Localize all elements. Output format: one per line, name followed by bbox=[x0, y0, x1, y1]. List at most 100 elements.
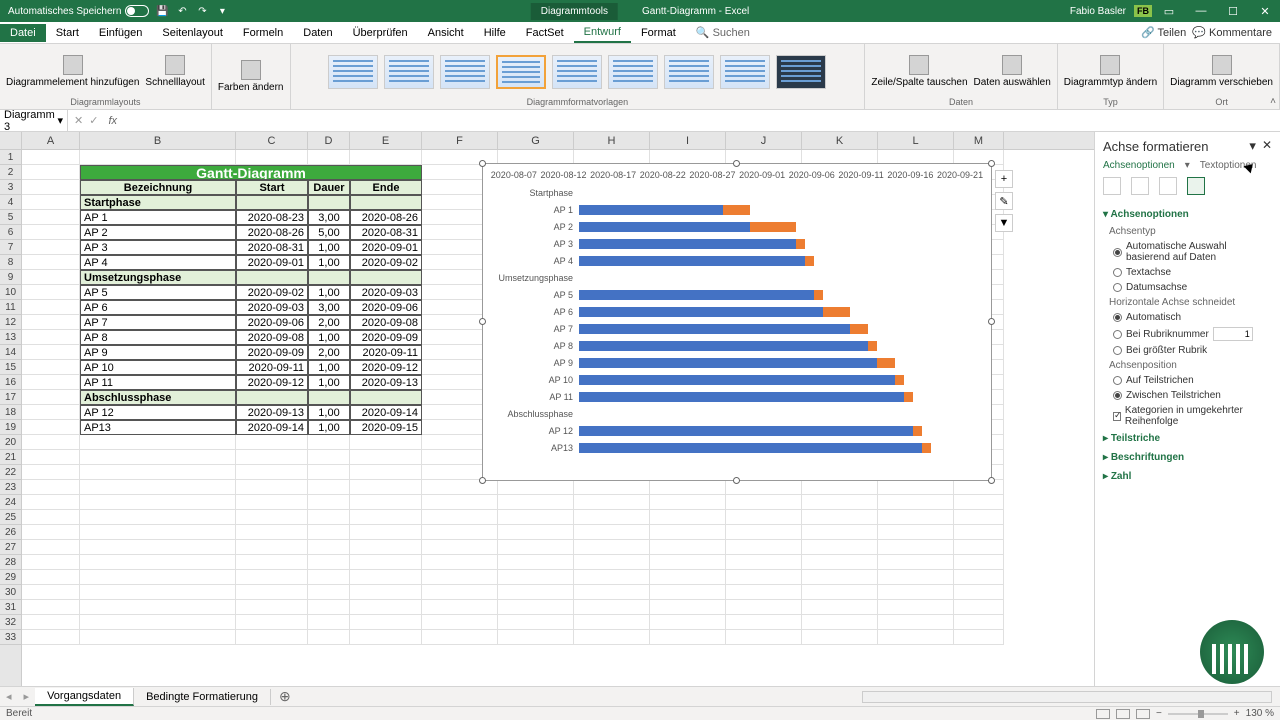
close-icon[interactable]: ✕ bbox=[1250, 0, 1280, 22]
row-header[interactable]: 28 bbox=[0, 555, 21, 570]
row-header[interactable]: 8 bbox=[0, 255, 21, 270]
chart-style-gallery[interactable] bbox=[328, 46, 826, 97]
row-header[interactable]: 31 bbox=[0, 600, 21, 615]
row-header[interactable]: 20 bbox=[0, 435, 21, 450]
col-header-J[interactable]: J bbox=[726, 132, 802, 149]
autosave-toggle[interactable]: Automatisches Speichern bbox=[8, 5, 149, 17]
row-header[interactable]: 25 bbox=[0, 510, 21, 525]
sheet-nav-next-icon[interactable]: ▸ bbox=[18, 690, 36, 703]
row-header[interactable]: 22 bbox=[0, 465, 21, 480]
row-header[interactable]: 29 bbox=[0, 570, 21, 585]
col-header-K[interactable]: K bbox=[802, 132, 878, 149]
page-layout-view-icon[interactable] bbox=[1116, 709, 1130, 719]
name-box-dropdown-icon[interactable]: ▾ bbox=[57, 114, 63, 127]
ribbon-display-icon[interactable]: ▭ bbox=[1154, 0, 1184, 22]
name-box[interactable]: Diagramm 3▾ bbox=[0, 109, 68, 133]
chart-handle-tl[interactable] bbox=[479, 160, 486, 167]
dropdown-icon[interactable]: ▾ bbox=[1185, 160, 1190, 171]
save-icon[interactable]: 💾 bbox=[155, 4, 169, 18]
chart-handle-bl[interactable] bbox=[479, 477, 486, 484]
size-props-icon[interactable] bbox=[1159, 177, 1177, 195]
tab-home[interactable]: Start bbox=[46, 24, 89, 42]
row-header[interactable]: 1 bbox=[0, 150, 21, 165]
row-header[interactable]: 24 bbox=[0, 495, 21, 510]
opt-crosses-auto[interactable]: Automatisch bbox=[1103, 310, 1272, 325]
user-name[interactable]: Fabio Basler bbox=[1064, 6, 1132, 17]
row-header[interactable]: 4 bbox=[0, 195, 21, 210]
zoom-value[interactable]: 130 % bbox=[1246, 708, 1274, 719]
row-header[interactable]: 13 bbox=[0, 330, 21, 345]
format-pane-close-icon[interactable]: ✕ bbox=[1262, 138, 1272, 154]
formula-input[interactable] bbox=[121, 113, 1280, 128]
opt-auto-type[interactable]: Automatische Auswahl basierend auf Daten bbox=[1103, 239, 1272, 265]
number-section[interactable]: ▸ Zahl bbox=[1103, 467, 1272, 486]
chart-style-9[interactable] bbox=[776, 55, 826, 89]
row-header[interactable]: 23 bbox=[0, 480, 21, 495]
tab-review[interactable]: Überprüfen bbox=[343, 24, 418, 42]
search-box[interactable]: 🔍 Suchen bbox=[696, 26, 750, 39]
chart-styles-button[interactable]: ✎ bbox=[995, 192, 1013, 210]
page-break-view-icon[interactable] bbox=[1136, 709, 1150, 719]
ticks-section[interactable]: ▸ Teilstriche bbox=[1103, 429, 1272, 448]
col-header-A[interactable]: A bbox=[22, 132, 80, 149]
normal-view-icon[interactable] bbox=[1096, 709, 1110, 719]
add-sheet-button[interactable]: ⊕ bbox=[271, 688, 299, 705]
axis-options-icon[interactable] bbox=[1187, 177, 1205, 195]
col-header-B[interactable]: B bbox=[80, 132, 236, 149]
row-header[interactable]: 21 bbox=[0, 450, 21, 465]
col-header-L[interactable]: L bbox=[878, 132, 954, 149]
move-chart-button[interactable]: Diagramm verschieben bbox=[1170, 55, 1273, 88]
opt-date-axis[interactable]: Datumsachse bbox=[1103, 280, 1272, 295]
toggle-icon[interactable] bbox=[125, 5, 149, 17]
zoom-slider[interactable] bbox=[1168, 713, 1228, 715]
change-chart-type-button[interactable]: Diagrammtyp ändern bbox=[1064, 55, 1157, 88]
row-header[interactable]: 5 bbox=[0, 210, 21, 225]
chart-style-8[interactable] bbox=[720, 55, 770, 89]
chart-style-5[interactable] bbox=[552, 55, 602, 89]
opt-on-tick[interactable]: Auf Teilstrichen bbox=[1103, 373, 1272, 388]
sheet-tab-1[interactable]: Vorgangsdaten bbox=[35, 688, 134, 706]
row-header[interactable]: 11 bbox=[0, 300, 21, 315]
chart-handle-bc[interactable] bbox=[733, 477, 740, 484]
effects-icon[interactable] bbox=[1131, 177, 1149, 195]
maximize-icon[interactable]: ☐ bbox=[1218, 0, 1248, 22]
format-pane-dropdown-icon[interactable]: ▾ bbox=[1249, 138, 1256, 154]
sheet-tab-2[interactable]: Bedingte Formatierung bbox=[134, 689, 271, 705]
opt-text-axis[interactable]: Textachse bbox=[1103, 265, 1272, 280]
chart-handle-tr[interactable] bbox=[988, 160, 995, 167]
row-header[interactable]: 6 bbox=[0, 225, 21, 240]
opt-crosses-at-cat[interactable]: Bei Rubriknummer bbox=[1103, 325, 1272, 343]
accept-formula-icon[interactable]: ✓ bbox=[89, 114, 98, 127]
qat-more-icon[interactable]: ▾ bbox=[215, 4, 229, 18]
undo-icon[interactable]: ↶ bbox=[175, 4, 189, 18]
chart-style-2[interactable] bbox=[384, 55, 434, 89]
cancel-formula-icon[interactable]: ✕ bbox=[74, 114, 83, 127]
col-header-I[interactable]: I bbox=[650, 132, 726, 149]
zoom-out-icon[interactable]: − bbox=[1156, 708, 1162, 719]
select-all-cell[interactable] bbox=[0, 132, 22, 149]
col-header-C[interactable]: C bbox=[236, 132, 308, 149]
select-data-button[interactable]: Daten auswählen bbox=[974, 55, 1051, 88]
row-header[interactable]: 14 bbox=[0, 345, 21, 360]
text-options-tab[interactable]: Textoptionen bbox=[1200, 160, 1257, 171]
axis-options-tab[interactable]: Achsenoptionen bbox=[1103, 160, 1175, 171]
tab-pagelayout[interactable]: Seitenlayout bbox=[152, 24, 233, 42]
chart-plot-area[interactable]: 2020-08-072020-08-122020-08-172020-08-22… bbox=[489, 170, 985, 474]
row-header[interactable]: 19 bbox=[0, 420, 21, 435]
col-header-E[interactable]: E bbox=[350, 132, 422, 149]
row-header[interactable]: 7 bbox=[0, 240, 21, 255]
opt-between-tick[interactable]: Zwischen Teilstrichen bbox=[1103, 388, 1272, 403]
tab-data[interactable]: Daten bbox=[293, 24, 342, 42]
tab-formulas[interactable]: Formeln bbox=[233, 24, 293, 42]
row-header[interactable]: 33 bbox=[0, 630, 21, 645]
opt-reverse-cats[interactable]: Kategorien in umgekehrter Reihenfolge bbox=[1103, 403, 1272, 429]
quick-layout-button[interactable]: Schnelllayout bbox=[145, 55, 204, 88]
chart-handle-ml[interactable] bbox=[479, 318, 486, 325]
row-header[interactable]: 26 bbox=[0, 525, 21, 540]
tab-format[interactable]: Format bbox=[631, 24, 686, 42]
comments-button[interactable]: 💬 Kommentare bbox=[1192, 26, 1272, 39]
chart-filters-button[interactable]: ▼ bbox=[995, 214, 1013, 232]
fx-icon[interactable]: fx bbox=[104, 115, 121, 127]
chart-style-4[interactable] bbox=[496, 55, 546, 89]
col-header-M[interactable]: M bbox=[954, 132, 1004, 149]
